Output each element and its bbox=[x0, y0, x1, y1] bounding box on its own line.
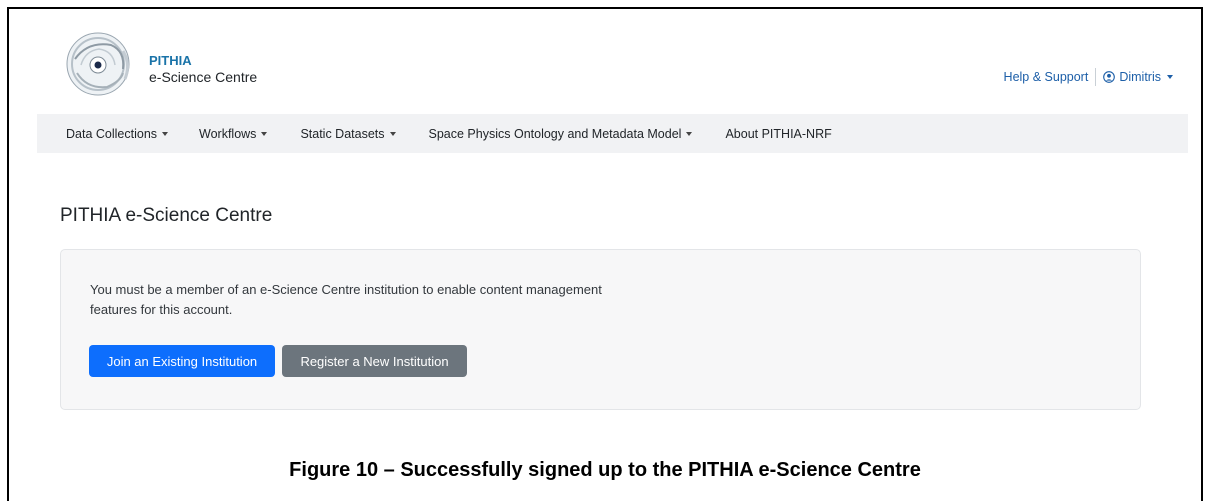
notice-message: You must be a member of an e-Science Cen… bbox=[90, 280, 690, 320]
chevron-down-icon bbox=[261, 131, 268, 136]
nav-space-physics-ontology[interactable]: Space Physics Ontology and Metadata Mode… bbox=[429, 127, 693, 141]
chevron-down-icon bbox=[389, 131, 396, 136]
chevron-down-icon bbox=[162, 131, 169, 136]
figure-caption: Figure 10 – Successfully signed up to th… bbox=[289, 459, 921, 481]
nav-label: Space Physics Ontology and Metadata Mode… bbox=[428, 126, 682, 141]
site-header: PITHIA e-Science Centre Help & Support D… bbox=[9, 9, 1201, 114]
notice-line-2: features for this account. bbox=[90, 302, 233, 317]
brand-line-1: PITHIA bbox=[149, 53, 192, 68]
brand-line-2: e-Science Centre bbox=[149, 69, 258, 85]
help-support-link[interactable]: Help & Support bbox=[1004, 68, 1097, 86]
nav-data-collections[interactable]: Data Collections bbox=[66, 126, 169, 141]
nav-about-pithia-nrf[interactable]: About PITHIA-NRF bbox=[725, 127, 831, 141]
brand-name[interactable]: PITHIA e-Science Centre bbox=[149, 52, 257, 86]
nav-label: About PITHIA-NRF bbox=[725, 126, 832, 141]
main-navbar: Data Collections Workflows Static Datase… bbox=[37, 114, 1188, 153]
user-circle-icon bbox=[1103, 71, 1116, 83]
register-institution-button[interactable]: Register a New Institution bbox=[282, 345, 467, 377]
nav-static-datasets[interactable]: Static Datasets bbox=[300, 126, 396, 141]
nav-label: Workflows bbox=[199, 126, 257, 141]
membership-notice-card: You must be a member of an e-Science Cen… bbox=[60, 249, 1141, 410]
chevron-down-icon bbox=[686, 131, 693, 136]
join-institution-button[interactable]: Join an Existing Institution bbox=[89, 345, 275, 377]
logo-icon bbox=[66, 32, 130, 96]
page-title: PITHIA e-Science Centre bbox=[60, 205, 273, 226]
pithia-logo[interactable] bbox=[63, 29, 133, 99]
nav-label: Static Datasets bbox=[300, 126, 385, 141]
user-name: Dimitris bbox=[1119, 70, 1161, 84]
header-links: Help & Support Dimitris bbox=[1004, 68, 1173, 86]
nav-workflows[interactable]: Workflows bbox=[199, 126, 268, 141]
figure-frame: PITHIA e-Science Centre Help & Support D… bbox=[7, 7, 1203, 501]
chevron-down-icon bbox=[1167, 75, 1173, 79]
user-menu[interactable]: Dimitris bbox=[1096, 68, 1173, 86]
notice-line-1: You must be a member of an e-Science Cen… bbox=[90, 282, 602, 297]
nav-label: Data Collections bbox=[66, 126, 158, 141]
